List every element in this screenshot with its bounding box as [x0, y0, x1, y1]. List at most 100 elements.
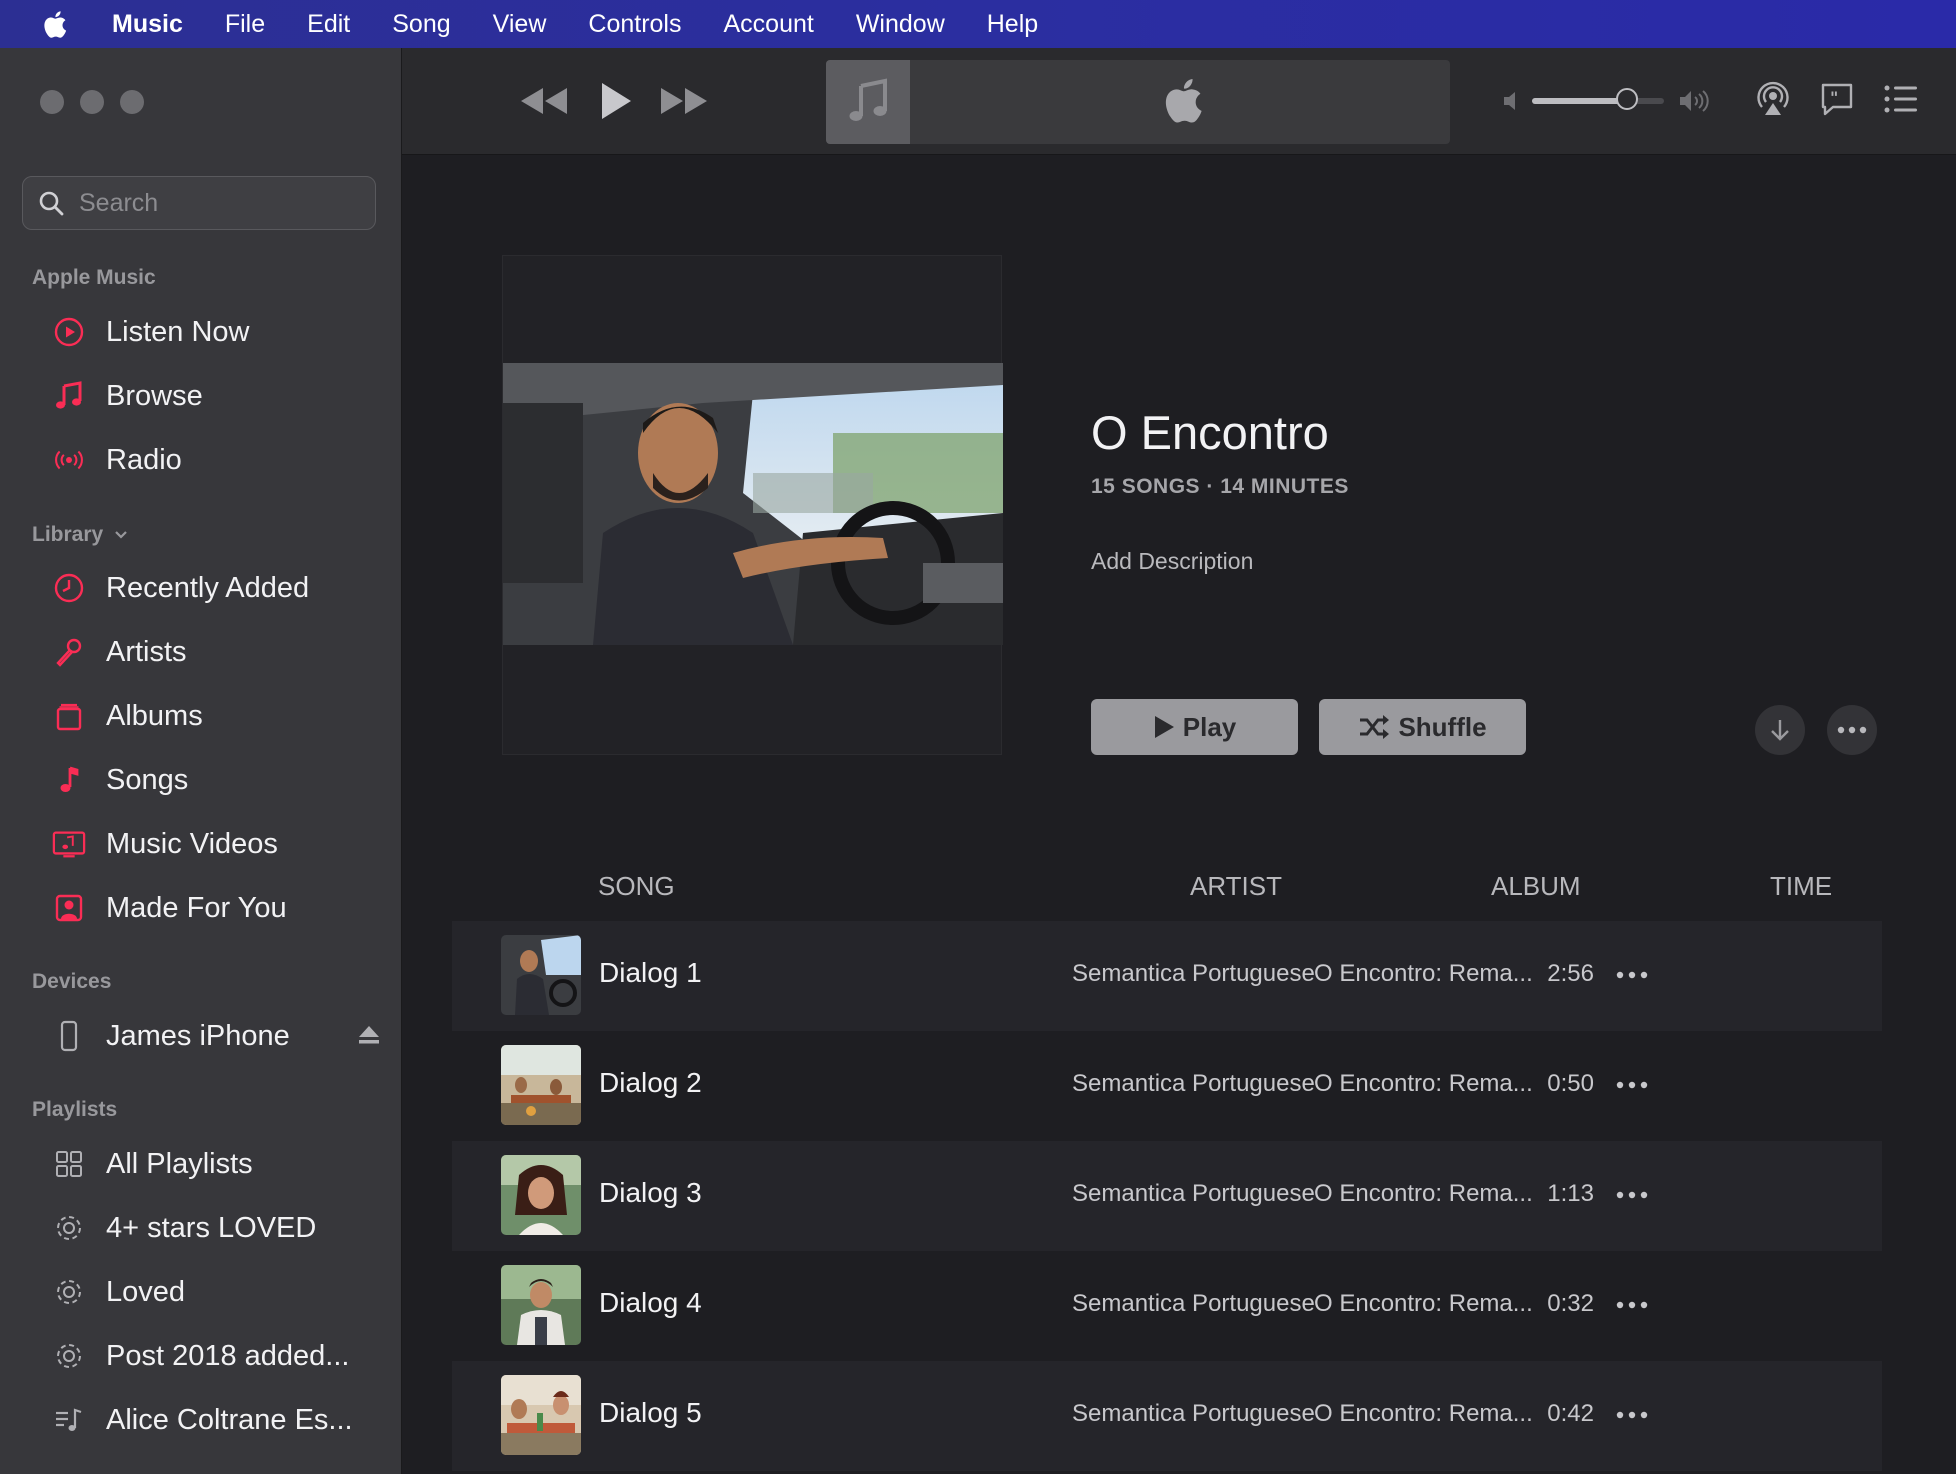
eject-icon[interactable]: [356, 1022, 382, 1048]
track-album[interactable]: O Encontro: Rema...: [1314, 960, 1533, 988]
sidebar-item-artists[interactable]: Artists: [52, 626, 382, 678]
play-icon: [1154, 716, 1174, 738]
track-artist[interactable]: Semantica Portuguese: [1072, 1180, 1315, 1208]
smart-playlist-gear-icon: [52, 1275, 86, 1309]
menu-account[interactable]: Account: [723, 10, 813, 39]
next-track-button[interactable]: [658, 78, 710, 124]
up-next-queue-button[interactable]: [1878, 74, 1924, 124]
menu-view[interactable]: View: [493, 10, 547, 39]
more-options-icon[interactable]: [1614, 1407, 1650, 1423]
download-button[interactable]: [1755, 705, 1805, 755]
sidebar-item-label: Recently Added: [106, 571, 310, 604]
minimize-window-button[interactable]: [80, 90, 104, 114]
table-row[interactable]: Dialog 4 Semantica Portuguese O Encontro…: [452, 1251, 1882, 1361]
more-options-icon[interactable]: [1614, 1187, 1650, 1203]
menu-file[interactable]: File: [225, 10, 265, 39]
track-album[interactable]: O Encontro: Rema...: [1314, 1290, 1533, 1318]
zoom-window-button[interactable]: [120, 90, 144, 114]
lyrics-button[interactable]: ": [1814, 74, 1860, 124]
sidebar: Apple Music Listen Now Browse Radio Libr…: [0, 48, 402, 1474]
track-artwork: [501, 935, 581, 1015]
sidebar-item-alice-coltrane[interactable]: Alice Coltrane Es...: [52, 1394, 382, 1446]
menu-help[interactable]: Help: [987, 10, 1038, 39]
apple-menu-icon[interactable]: [42, 7, 72, 41]
lyrics-quote-icon: ": [1821, 83, 1853, 116]
section-apple-music: Apple Music: [32, 266, 156, 289]
column-header-song[interactable]: SONG: [598, 871, 675, 902]
sidebar-item-music-videos[interactable]: Music Videos: [52, 818, 382, 870]
section-devices: Devices: [32, 970, 112, 993]
track-artist[interactable]: Semantica Portuguese: [1072, 1070, 1315, 1098]
playlist-icon: [52, 1403, 86, 1437]
microphone-icon: [52, 635, 86, 669]
albums-icon: [52, 699, 86, 733]
track-artist[interactable]: Semantica Portuguese: [1072, 960, 1315, 988]
search-input[interactable]: [77, 187, 361, 219]
table-row[interactable]: Dialog 1 Semantica Portuguese O Encontro…: [452, 921, 1882, 1031]
window-controls: [40, 90, 144, 114]
music-note-icon: [849, 78, 887, 121]
section-library[interactable]: Library: [32, 523, 129, 547]
column-header-time[interactable]: TIME: [1770, 871, 1832, 902]
track-song-title: Dialog 4: [599, 1287, 702, 1318]
play-playlist-button[interactable]: Play: [1091, 699, 1298, 755]
table-row[interactable]: Dialog 3 Semantica Portuguese O Encontro…: [452, 1141, 1882, 1251]
previous-track-button[interactable]: [518, 78, 570, 124]
sidebar-item-label: Music Videos: [106, 827, 278, 860]
sidebar-item-post-2018-added[interactable]: Post 2018 added...: [52, 1330, 382, 1382]
sidebar-item-radio[interactable]: Radio: [52, 434, 382, 486]
rewind-icon: [521, 88, 567, 114]
sidebar-item-browse[interactable]: Browse: [52, 370, 382, 422]
menu-music[interactable]: Music: [112, 10, 183, 39]
menu-edit[interactable]: Edit: [307, 10, 350, 39]
track-artwork: [501, 1265, 581, 1345]
menu-window[interactable]: Window: [856, 10, 945, 39]
airplay-button[interactable]: [1750, 74, 1796, 124]
sidebar-item-label: James iPhone: [106, 1019, 290, 1052]
shuffle-playlist-button[interactable]: Shuffle: [1319, 699, 1526, 755]
track-time: 0:32: [1547, 1290, 1594, 1317]
more-options-icon[interactable]: [1614, 1297, 1650, 1313]
smart-playlist-gear-icon: [52, 1211, 86, 1245]
sidebar-item-all-playlists[interactable]: All Playlists: [52, 1138, 382, 1190]
sidebar-item-james-iphone[interactable]: James iPhone: [52, 1010, 382, 1062]
menu-song[interactable]: Song: [392, 10, 450, 39]
sidebar-item-recently-added[interactable]: Recently Added: [52, 562, 382, 614]
music-video-icon: [52, 827, 86, 861]
table-row[interactable]: Dialog 5 Semantica Portuguese O Encontro…: [452, 1361, 1882, 1471]
menu-controls[interactable]: Controls: [588, 10, 681, 39]
volume-slider-fill: [1532, 98, 1628, 104]
track-album[interactable]: O Encontro: Rema...: [1314, 1070, 1533, 1098]
section-library-label: Library: [32, 523, 104, 546]
play-button[interactable]: [594, 76, 638, 126]
sidebar-item-listen-now[interactable]: Listen Now: [52, 306, 382, 358]
sidebar-item-songs[interactable]: Songs: [52, 754, 382, 806]
track-album[interactable]: O Encontro: Rema...: [1314, 1180, 1533, 1208]
sidebar-item-albums[interactable]: Albums: [52, 690, 382, 742]
song-note-icon: [52, 763, 86, 797]
playlist-more-button[interactable]: [1827, 705, 1877, 755]
sidebar-item-loved[interactable]: Loved: [52, 1266, 382, 1318]
more-options-icon[interactable]: [1614, 967, 1650, 983]
track-artist[interactable]: Semantica Portuguese: [1072, 1290, 1315, 1318]
table-row[interactable]: Dialog 2 Semantica Portuguese O Encontro…: [452, 1031, 1882, 1141]
volume-slider[interactable]: [1532, 88, 1664, 110]
player-toolbar: ": [402, 48, 1956, 155]
sidebar-item-made-for-you[interactable]: Made For You: [52, 882, 382, 934]
track-artist[interactable]: Semantica Portuguese: [1072, 1400, 1315, 1428]
track-album[interactable]: O Encontro: Rema...: [1314, 1400, 1533, 1428]
add-description-link[interactable]: Add Description: [1091, 548, 1253, 575]
sidebar-item-4-stars-loved[interactable]: 4+ stars LOVED: [52, 1202, 382, 1254]
now-playing-display[interactable]: [826, 60, 1450, 144]
sidebar-item-label: Loved: [106, 1275, 186, 1308]
close-window-button[interactable]: [40, 90, 64, 114]
column-header-artist[interactable]: ARTIST: [1190, 871, 1282, 902]
volume-high-icon: [1680, 90, 1709, 112]
track-time: 0:42: [1547, 1400, 1594, 1427]
column-header-album[interactable]: ALBUM: [1491, 871, 1581, 902]
search-icon: [39, 191, 64, 216]
more-options-icon[interactable]: [1614, 1077, 1650, 1093]
apple-logo-icon: [1165, 78, 1202, 123]
track-time: 1:13: [1547, 1180, 1594, 1207]
volume-slider-knob[interactable]: [1616, 88, 1639, 110]
